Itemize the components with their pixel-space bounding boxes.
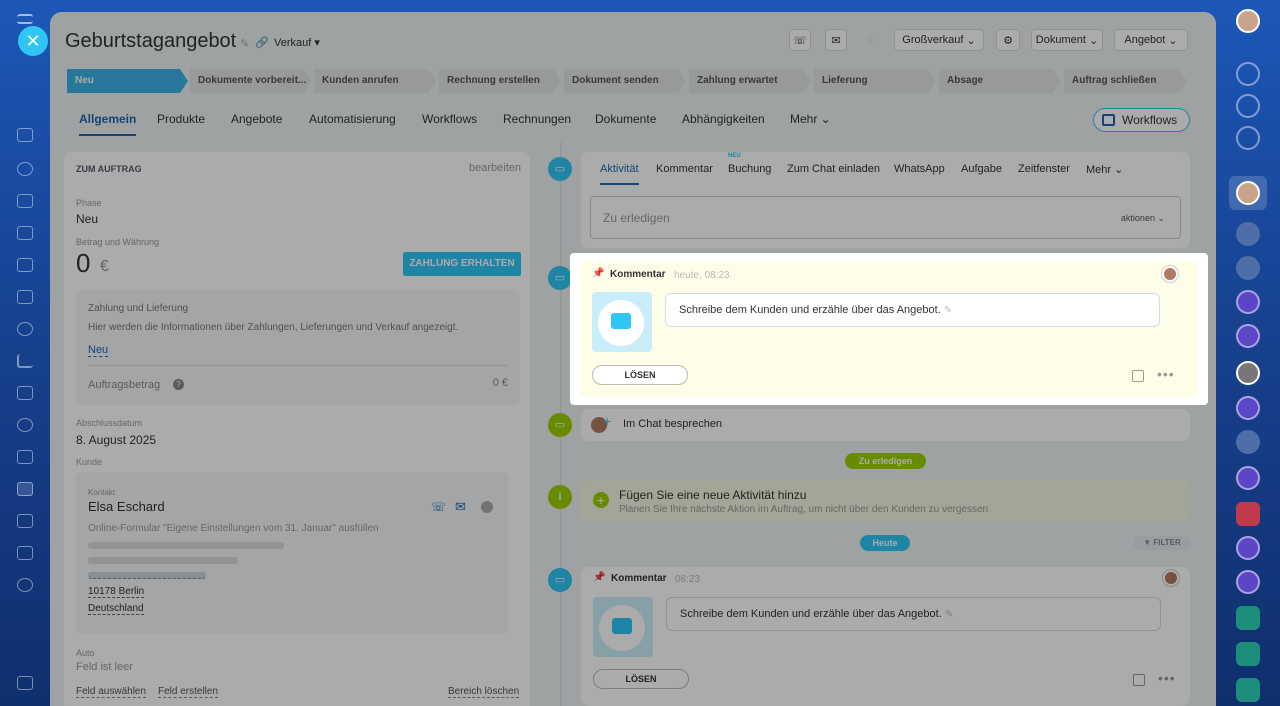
close-slider-button[interactable]: ✕: [18, 26, 48, 56]
comment1-card: 📌 Kommentar heute, 08:23 Schreibe dem Ku…: [580, 261, 1198, 397]
chat-icon[interactable]: [17, 322, 33, 336]
card-icon[interactable]: [17, 514, 33, 528]
comment1-message-icon: [592, 292, 652, 352]
right-sidebar: [1216, 0, 1280, 706]
cart-icon[interactable]: [17, 386, 33, 400]
comment1-label: Kommentar: [610, 269, 666, 280]
comment1-resolve-button[interactable]: LÖSEN: [592, 365, 688, 385]
chat-avatar-1[interactable]: [1236, 181, 1260, 205]
comment1-more-icon[interactable]: •••: [1157, 366, 1175, 382]
lock-icon-2[interactable]: [1236, 642, 1260, 666]
tasks-icon[interactable]: [17, 194, 33, 208]
chat-avatar-sd[interactable]: [1236, 222, 1260, 246]
comment1-pin-icon[interactable]: 📌: [592, 268, 604, 279]
comment1-text-box[interactable]: Schreibe dem Kunden und erzähle über das…: [665, 293, 1160, 327]
comment1-text: Schreibe dem Kunden und erzähle über das…: [679, 304, 941, 316]
storage-icon[interactable]: [17, 450, 33, 464]
user-avatar[interactable]: [1236, 9, 1260, 33]
document-icon[interactable]: [17, 128, 33, 142]
left-sidebar: [0, 0, 50, 706]
target-icon[interactable]: [17, 418, 33, 432]
openline-icon-3[interactable]: [1236, 396, 1260, 420]
openline-icon-5[interactable]: [1236, 536, 1260, 560]
menu-icon[interactable]: [17, 14, 33, 24]
highlighted-comment: 📌 Kommentar heute, 08:23 Schreibe dem Ku…: [570, 253, 1208, 405]
contacts-icon[interactable]: [17, 162, 33, 176]
comment1-time: heute, 08:23: [674, 270, 730, 281]
crm-icon[interactable]: [17, 226, 33, 240]
bell-icon[interactable]: [1236, 62, 1260, 86]
comment1-note-icon[interactable]: [1132, 370, 1144, 382]
team-icon[interactable]: [17, 546, 33, 560]
openline-icon-1[interactable]: [1236, 290, 1260, 314]
openline-icon-4[interactable]: [1236, 466, 1260, 490]
checkbox-icon[interactable]: [17, 290, 33, 304]
filter-icon[interactable]: [17, 482, 33, 496]
lock-icon-1[interactable]: [1236, 606, 1260, 630]
chat-avatar-c[interactable]: [1236, 430, 1260, 454]
openline-icon-6[interactable]: [1236, 570, 1260, 594]
search-chat-icon[interactable]: [1236, 126, 1260, 150]
openline-icon-2[interactable]: [1236, 324, 1260, 348]
settings-icon[interactable]: [17, 578, 33, 592]
lock-icon-3[interactable]: [1236, 678, 1260, 702]
chart-icon[interactable]: [17, 354, 33, 368]
chat-avatar-f[interactable]: [1236, 256, 1260, 280]
task-chat-icon[interactable]: [1236, 502, 1260, 526]
comment1-edit-icon[interactable]: ✎: [944, 305, 952, 316]
copilot-icon[interactable]: [1236, 94, 1260, 118]
monitor-icon[interactable]: [17, 258, 33, 272]
printer-icon[interactable]: [17, 676, 33, 690]
chat-avatar-2[interactable]: [1236, 361, 1260, 385]
comment1-author-avatar[interactable]: [1162, 266, 1178, 282]
